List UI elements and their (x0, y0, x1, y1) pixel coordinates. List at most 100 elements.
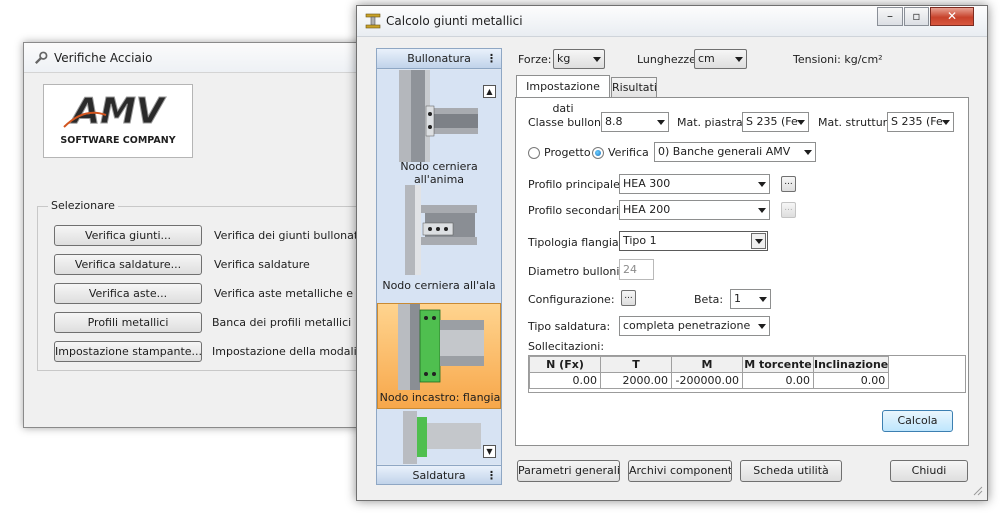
forze-label: Forze: (518, 53, 552, 66)
logo-brand: AMV (69, 91, 167, 132)
profilo-secondario-select[interactable]: HEA 200 (619, 200, 770, 220)
classe-bullone-select[interactable]: 8.8 (601, 112, 669, 132)
diametro-bulloni-field[interactable]: 24 (619, 259, 654, 280)
chevron-down-icon (657, 120, 665, 125)
chevron-down-icon (804, 150, 812, 155)
lunghezze-select[interactable]: cm (694, 49, 747, 69)
forze-value: kg (557, 52, 571, 65)
cerniera-anima-image (399, 70, 478, 162)
verifica-saldature-button[interactable]: Verifica saldature... (54, 254, 202, 275)
verifica-aste-button[interactable]: Verifica aste... (54, 283, 202, 304)
mat-piastra-label: Mat. piastra: (677, 116, 747, 129)
col-header-m-torcente: M torcente (742, 356, 814, 373)
archivi-componenti-button[interactable]: Archivi componenti... (628, 460, 732, 482)
verifica-saldature-desc: Verifica saldature (214, 258, 310, 271)
minimize-button[interactable]: – (877, 7, 903, 26)
title-bar[interactable]: Verifiche Acciaio (24, 43, 372, 73)
joint-type-bar: Bullonatura ⋮ Nodo cerniera all'anima No… (376, 48, 502, 485)
group-label: Selezionare (48, 199, 118, 212)
chevron-down-icon (593, 57, 601, 62)
profili-metallici-button[interactable]: Profili metallici (54, 312, 202, 333)
tab-risultati[interactable]: Risultati (611, 77, 657, 98)
beta-label: Beta: (694, 293, 724, 306)
more-icon[interactable]: ⋮ (486, 466, 497, 484)
verifica-giunti-desc: Verifica dei giunti bullonati e saldati (214, 229, 364, 242)
list-item-cerniera-ala[interactable]: Nodo cerniera all'ala (377, 185, 501, 297)
verifica-aste-desc: Verifica aste metalliche e legno (214, 287, 364, 300)
profili-metallici-desc: Banca dei profili metallici (212, 316, 352, 329)
verifica-giunti-button[interactable]: Verifica giunti... (54, 225, 202, 246)
lunghezze-label: Lunghezze: (637, 53, 700, 66)
mat-struttura-label: Mat. struttura: (818, 116, 898, 129)
tipo-saldatura-label: Tipo saldatura: (528, 320, 611, 333)
verifica-radio[interactable] (592, 147, 604, 159)
chevron-down-icon (758, 182, 766, 187)
mat-struttura-select[interactable]: S 235 (Fe (887, 112, 954, 132)
list-item-incastro-flangia[interactable]: Nodo incastro: flangia (377, 303, 501, 409)
resize-grip-icon[interactable] (971, 484, 983, 496)
cell-m-torcente[interactable]: 0.00 (742, 372, 814, 389)
beta-select[interactable]: 1 (730, 289, 771, 309)
profilo-principale-browse-button[interactable]: ... (781, 176, 796, 192)
tipo-saldatura-select[interactable]: completa penetrazione (619, 316, 770, 336)
impostazione-stampante-desc: Impostazione della modalità di stampa (212, 345, 364, 358)
calcola-button[interactable]: Calcola (882, 410, 953, 432)
calcolo-giunti-window: Calcolo giunti metallici – ▫ ✕ Bullonatu… (356, 5, 988, 501)
cell-m[interactable]: -200000.00 (671, 372, 743, 389)
chevron-down-icon (735, 57, 743, 62)
impostazione-stampante-button[interactable]: Impostazione stampante... (54, 341, 202, 362)
profilo-secondario-browse-button[interactable]: ... (781, 202, 796, 218)
col-header-m: M (671, 356, 743, 373)
title-bar[interactable]: Calcolo giunti metallici – ▫ ✕ (357, 6, 987, 37)
incastro-flangia-image (398, 304, 484, 390)
joint-type-list: Nodo cerniera all'anima Nodo cerniera al… (377, 70, 501, 464)
scroll-down-icon[interactable]: ▼ (483, 445, 496, 458)
classe-bullone-value: 8.8 (605, 115, 623, 128)
banca-value: 0) Banche generali AMV (658, 145, 791, 158)
window-title: Calcolo giunti metallici (386, 14, 523, 28)
tipo-saldatura-value: completa penetrazione (623, 319, 751, 332)
tab-impostazione-dati[interactable]: Impostazione dati (516, 75, 610, 115)
bullonatura-header[interactable]: Bullonatura ⋮ (377, 49, 501, 69)
configurazione-label: Configurazione: (528, 293, 615, 306)
profilo-secondario-value: HEA 200 (623, 203, 671, 216)
chevron-down-icon (758, 208, 766, 213)
tipologia-flangia-select[interactable]: Tipo 1 (619, 231, 768, 251)
chevron-down-icon (759, 297, 767, 302)
mat-piastra-select[interactable]: S 235 (Fe (742, 112, 809, 132)
tensioni-label: Tensioni: kg/cm² (793, 53, 883, 66)
progetto-radio[interactable] (528, 147, 540, 159)
amv-logo: AMV SOFTWARE COMPANY (43, 84, 193, 158)
bullonatura-label: Bullonatura (407, 52, 471, 65)
col-header-t: T (600, 356, 672, 373)
banca-select[interactable]: 0) Banche generali AMV (654, 142, 816, 162)
maximize-button[interactable]: ▫ (904, 7, 929, 26)
cerniera-ala-label: Nodo cerniera all'ala (382, 279, 496, 292)
forze-select[interactable]: kg (553, 49, 605, 69)
tipologia-flangia-label: Tipologia flangia: (528, 236, 623, 249)
cell-inclinazione[interactable]: 0.00 (812, 372, 890, 389)
saldatura-label: Saldatura (412, 469, 466, 482)
more-icon[interactable]: ⋮ (486, 49, 497, 68)
sollecitazioni-grid: N (Fx) T M M torcente Inclinazione 0.00 … (528, 355, 966, 393)
cell-n-fx[interactable]: 0.00 (529, 372, 601, 389)
profilo-principale-select[interactable]: HEA 300 (619, 174, 770, 194)
cerniera-anima-label: Nodo cerniera all'anima (400, 160, 478, 186)
configurazione-button[interactable]: ... (621, 290, 636, 306)
scroll-up-icon[interactable]: ▲ (483, 85, 496, 98)
col-header-n-fx: N (Fx) (529, 356, 601, 373)
profilo-principale-value: HEA 300 (623, 177, 671, 190)
scheda-utilita-button[interactable]: Scheda utilità (740, 460, 842, 482)
verifiche-acciaio-window: Verifiche Acciaio AMV SOFTWARE COMPANY S… (23, 42, 373, 428)
cell-t[interactable]: 2000.00 (600, 372, 672, 389)
lunghezze-value: cm (698, 52, 715, 65)
close-button[interactable]: ✕ (930, 7, 974, 26)
chevron-down-icon (942, 120, 950, 125)
sollecitazioni-label: Sollecitazioni: (528, 340, 605, 353)
col-header-inclinazione: Inclinazione (812, 356, 890, 373)
chevron-down-icon (758, 324, 766, 329)
chiudi-button[interactable]: Chiudi (890, 460, 968, 482)
parametri-generali-button[interactable]: Parametri generali... (517, 460, 620, 482)
chevron-down-icon (755, 239, 763, 244)
saldatura-header[interactable]: Saldatura ⋮ (377, 465, 501, 484)
